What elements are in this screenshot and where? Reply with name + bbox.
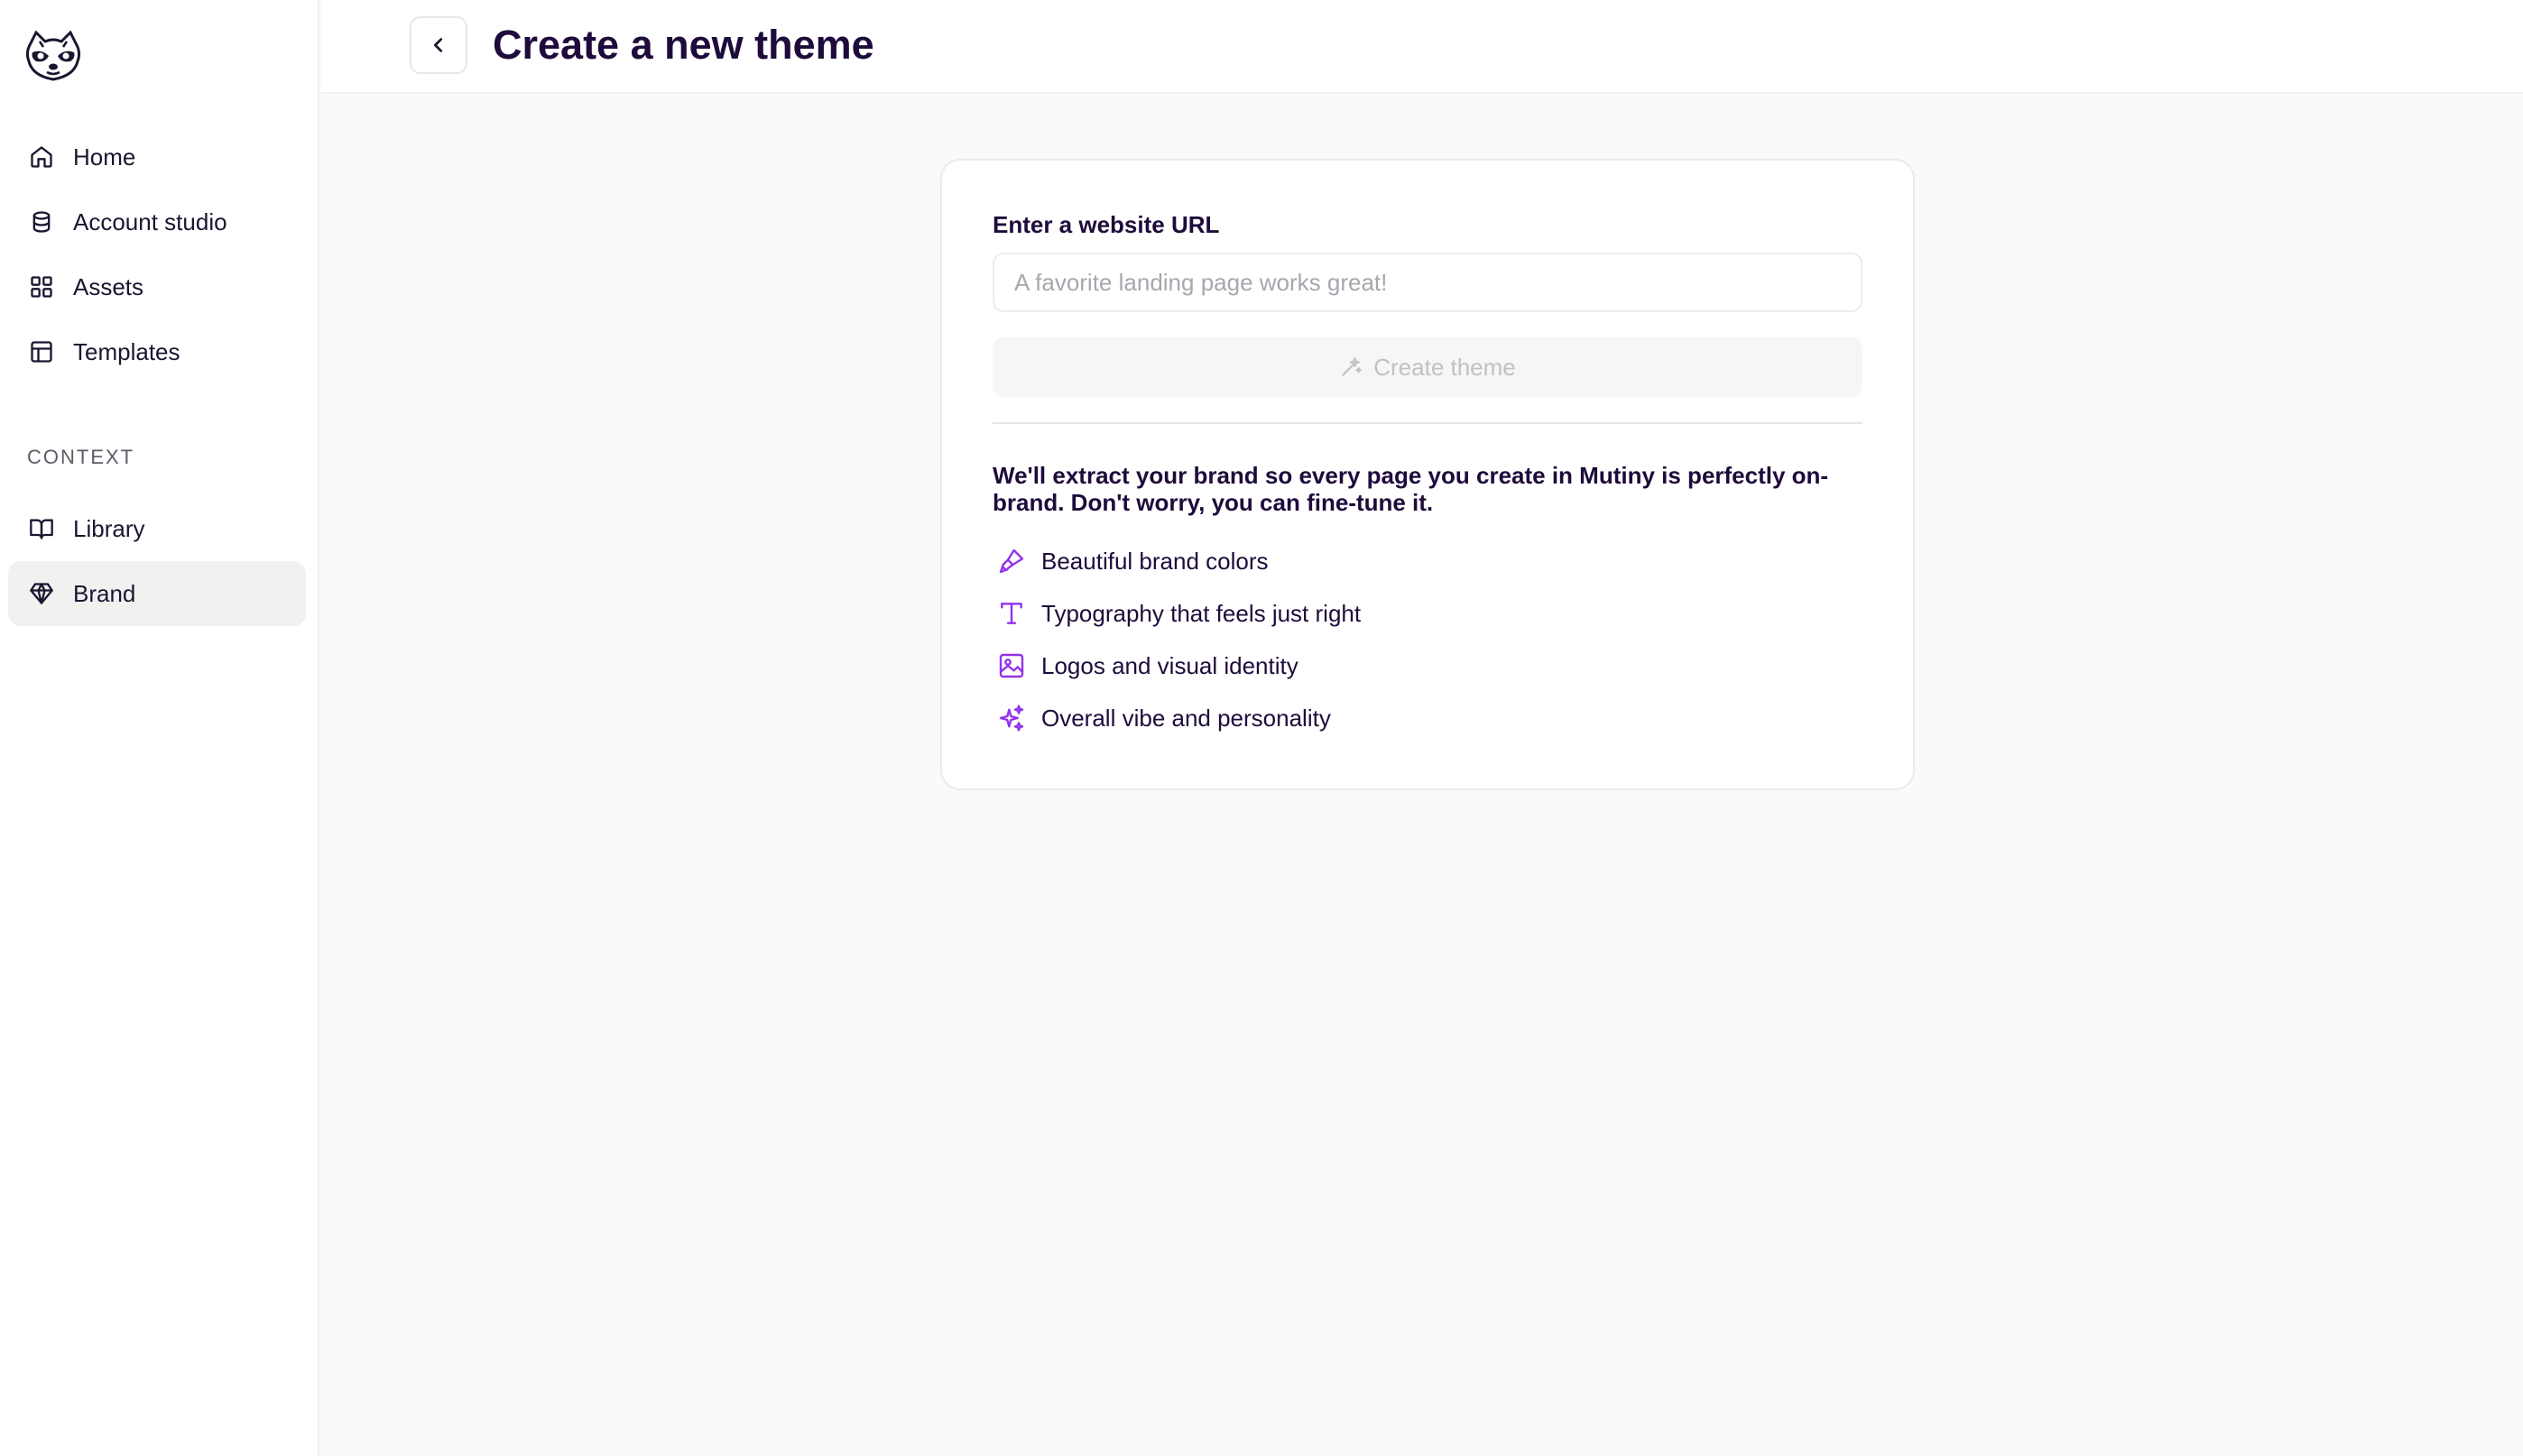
page-title: Create a new theme [493, 22, 874, 68]
website-url-input[interactable] [993, 253, 1862, 312]
sidebar-item-label: Account studio [73, 207, 227, 235]
create-theme-button[interactable]: Create theme [993, 337, 1862, 397]
feature-label: Beautiful brand colors [1041, 547, 1269, 575]
sidebar-item-label: Home [73, 143, 136, 170]
grid-icon [28, 273, 55, 300]
type-icon [996, 598, 1027, 629]
feature-item: Logos and visual identity [996, 648, 1298, 684]
feature-label: Logos and visual identity [1041, 651, 1298, 679]
feature-item: Beautiful brand colors [996, 543, 1268, 579]
magic-wand-icon [1342, 357, 1363, 376]
gem-icon [28, 580, 55, 607]
sidebar-item-templates[interactable]: Templates [8, 319, 306, 384]
raccoon-logo-icon[interactable] [23, 30, 83, 81]
image-icon [996, 650, 1027, 681]
feature-item: Typography that feels just right [996, 595, 1361, 631]
brand-extraction-description: We'll extract your brand so every page y… [993, 462, 1829, 516]
create-theme-button-label: Create theme [1373, 353, 1516, 381]
app-root: Home Account studio Assets Templates CON… [0, 0, 2523, 1456]
database-icon [28, 208, 55, 235]
feature-item: Overall vibe and personality [996, 700, 1331, 736]
section-label-context: CONTEXT [27, 446, 135, 468]
sidebar-item-account-studio[interactable]: Account studio [8, 189, 306, 254]
create-theme-card: Enter a website URL Create theme We'll e… [940, 159, 1915, 790]
sidebar-item-label: Brand [73, 579, 136, 607]
sidebar-item-assets[interactable]: Assets [8, 254, 306, 319]
sidebar-item-label: Library [73, 514, 145, 542]
back-button[interactable] [410, 16, 467, 74]
sidebar-item-home[interactable]: Home [8, 124, 306, 189]
layout-icon [28, 338, 55, 365]
sidebar-item-brand[interactable]: Brand [8, 561, 306, 626]
sidebar: Home Account studio Assets Templates CON… [0, 0, 319, 1456]
url-field-label: Enter a website URL [993, 211, 1220, 238]
book-icon [28, 515, 55, 542]
chevron-left-icon [433, 38, 443, 52]
divider [993, 422, 1862, 424]
sidebar-item-label: Assets [73, 272, 144, 300]
feature-label: Typography that feels just right [1041, 599, 1362, 627]
sidebar-item-library[interactable]: Library [8, 496, 306, 561]
home-icon [28, 143, 55, 170]
sparkles-icon [996, 703, 1027, 733]
top-bar: Create a new theme [321, 0, 2523, 94]
feature-label: Overall vibe and personality [1041, 704, 1331, 732]
sidebar-item-label: Templates [73, 337, 180, 365]
paintbrush-icon [996, 546, 1027, 576]
